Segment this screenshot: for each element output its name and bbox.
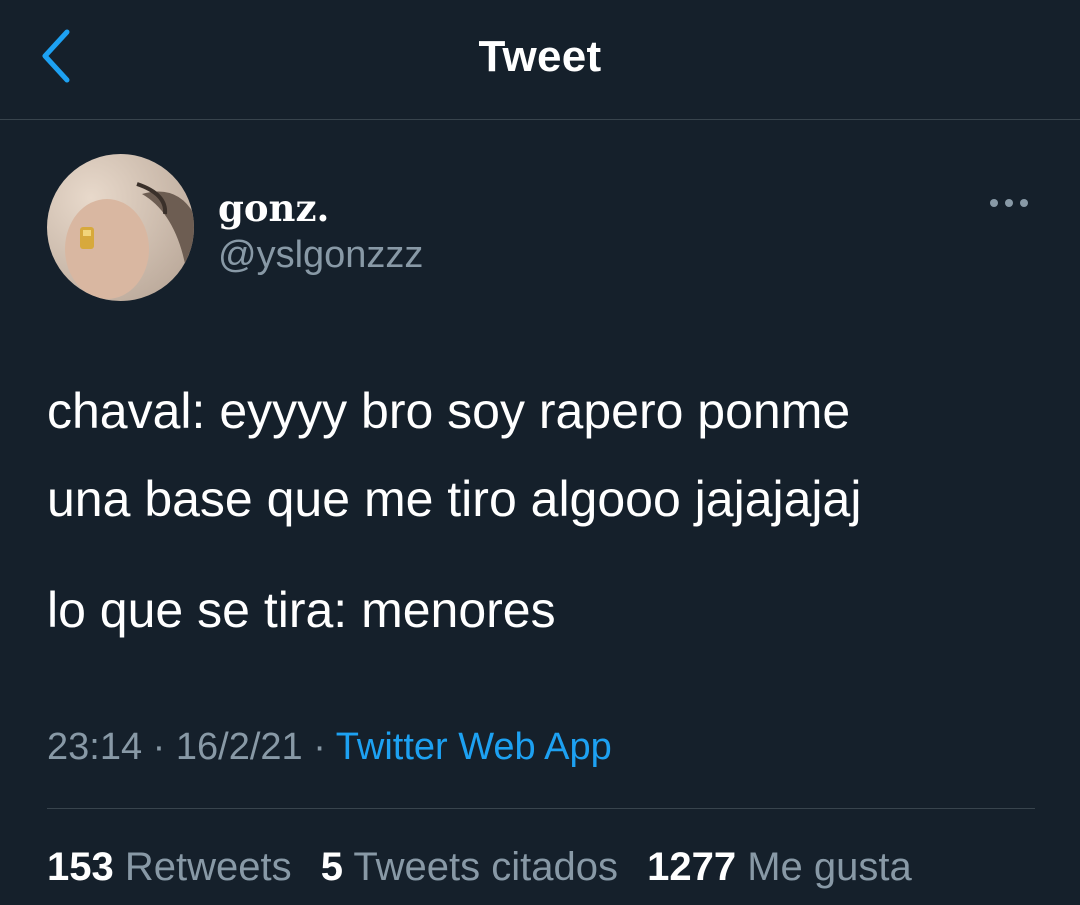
meta-separator: · — [142, 726, 176, 768]
retweets-count: 153 — [47, 845, 114, 889]
tweet-date: 16/2/21 — [175, 726, 303, 768]
tweet-metadata: 23:14 · 16/2/21 · Twitter Web App — [47, 726, 612, 769]
likes-label: Me gusta — [747, 845, 912, 889]
avatar[interactable] — [47, 154, 194, 301]
quotes-count: 5 — [320, 845, 343, 889]
tweet-text-line: chaval: eyyyy bro soy rapero ponme — [47, 383, 851, 439]
author-display-name[interactable]: gonz. — [218, 186, 329, 230]
author-handle[interactable]: @yslgonzzz — [218, 234, 423, 277]
tweet-source-link[interactable]: Twitter Web App — [336, 726, 612, 768]
divider — [47, 808, 1035, 809]
quotes-label: Tweets citados — [353, 845, 618, 889]
retweets-stat[interactable]: 153 Retweets — [47, 845, 292, 889]
top-navigation-bar: Tweet — [0, 0, 1080, 120]
tweet-text-line: lo que se tira: menores — [47, 582, 556, 638]
likes-stat[interactable]: 1277 Me gusta — [647, 845, 912, 889]
more-options-button[interactable] — [984, 188, 1034, 218]
tweet-time: 23:14 — [47, 726, 143, 768]
tweet-text-line: una base que me tiro algooo jajajajaj — [47, 471, 862, 527]
likes-count: 1277 — [647, 845, 737, 889]
tweet-stats: 153 Retweets 5 Tweets citados 1277 Me gu… — [47, 845, 930, 890]
meta-separator: · — [302, 726, 336, 768]
more-dots-icon — [990, 199, 1028, 207]
quote-tweets-stat[interactable]: 5 Tweets citados — [321, 845, 618, 889]
retweets-label: Retweets — [124, 845, 292, 889]
page-title: Tweet — [478, 32, 602, 81]
